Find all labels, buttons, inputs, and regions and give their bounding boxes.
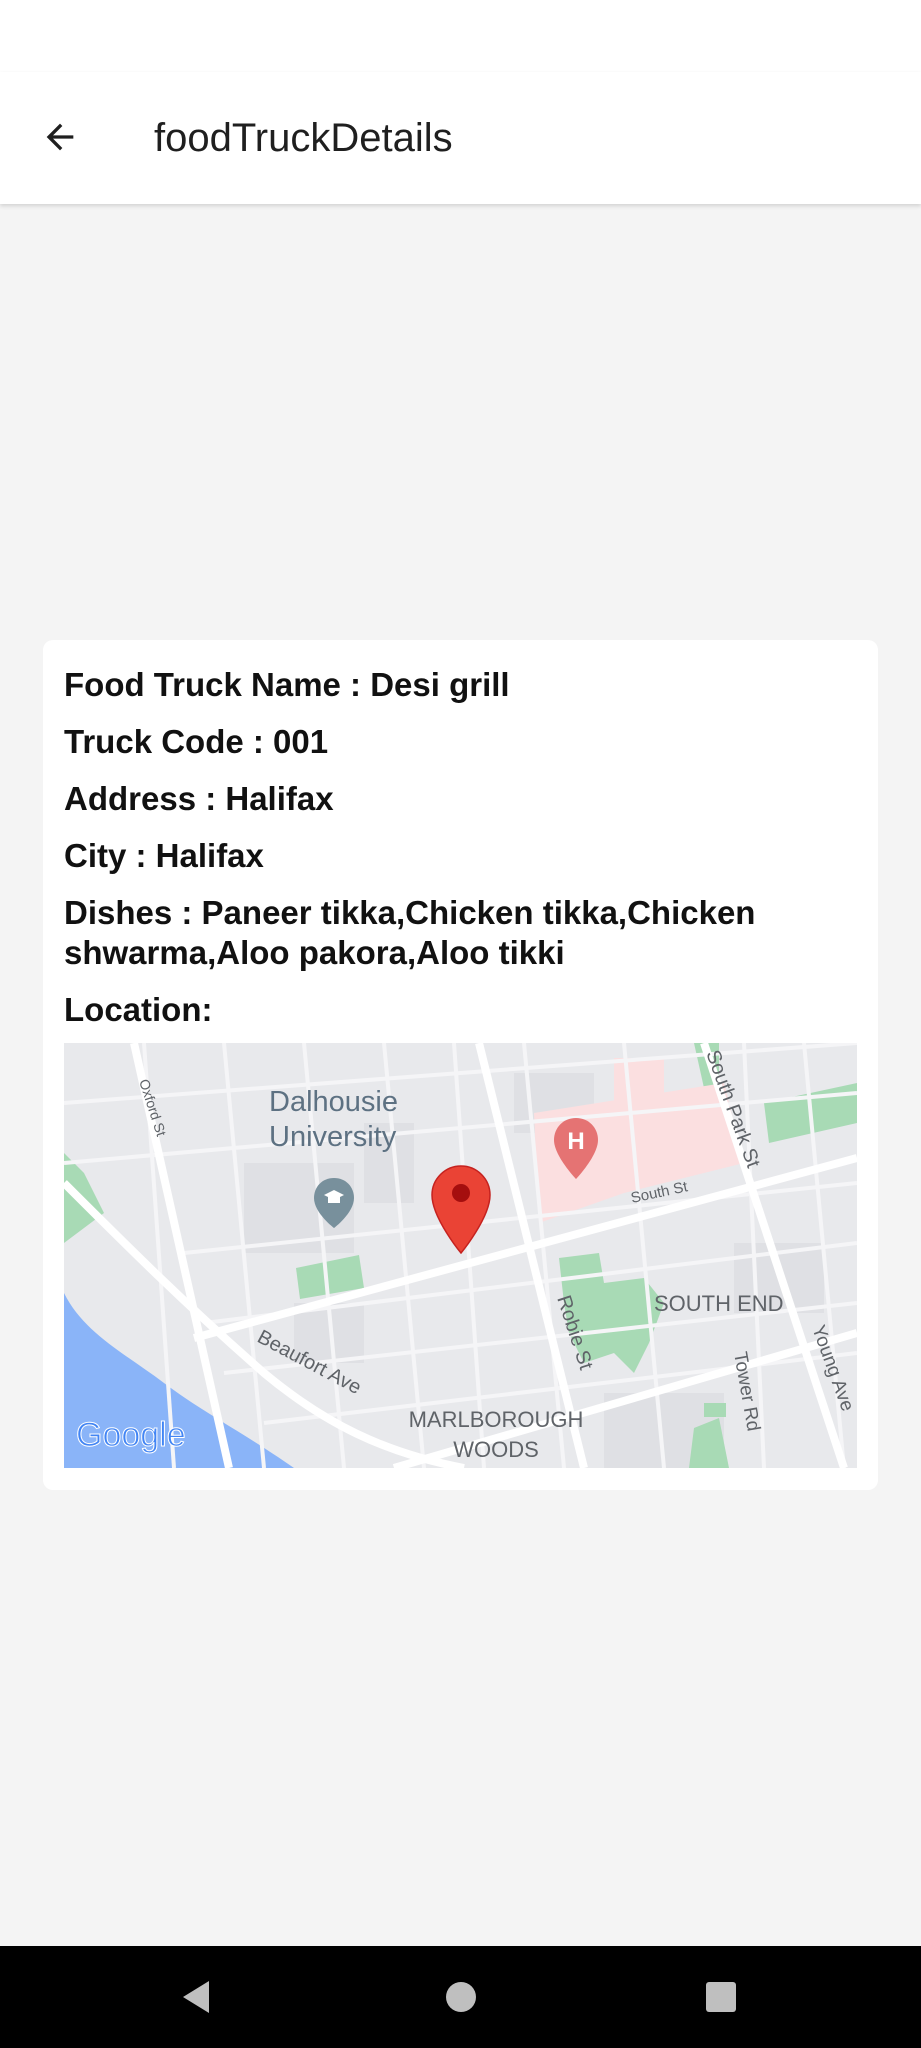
svg-text:WOODS: WOODS: [453, 1437, 539, 1462]
truck-code-text: Truck Code : 001: [64, 723, 329, 760]
square-recents-icon: [706, 1982, 736, 2012]
arrow-left-icon: [46, 123, 74, 151]
app-bar: foodTruckDetails: [0, 72, 921, 204]
circle-home-icon: [446, 1982, 476, 2012]
address-text: Address : Halifax: [64, 780, 334, 817]
svg-text:Dalhousie: Dalhousie: [269, 1086, 398, 1118]
svg-text:SOUTH END: SOUTH END: [654, 1291, 784, 1316]
dishes-text: Dishes : Paneer tikka,Chicken tikka,Chic…: [64, 894, 756, 971]
nav-back-button[interactable]: [166, 1966, 228, 2028]
system-navigation-bar: [0, 1946, 921, 2048]
svg-text:University: University: [269, 1121, 397, 1153]
page-title: foodTruckDetails: [154, 116, 453, 160]
location-label: Location:: [64, 991, 213, 1028]
food-truck-details-card: Food Truck Name : Desi grill Truck Code …: [43, 640, 878, 1490]
nav-recents-button[interactable]: [690, 1966, 752, 2028]
triangle-back-icon: [183, 1981, 209, 2013]
nav-home-button[interactable]: [430, 1966, 492, 2028]
map-canvas[interactable]: H Dalhousie University Oxford St South P…: [64, 1043, 857, 1468]
svg-text:MARLBOROUGH: MARLBOROUGH: [409, 1407, 584, 1432]
svg-text:H: H: [567, 1128, 584, 1155]
truck-name-text: Food Truck Name : Desi grill: [64, 666, 510, 703]
status-bar: [0, 0, 921, 72]
back-button[interactable]: [30, 107, 90, 167]
google-logo: Google: [76, 1416, 186, 1454]
city-text: City : Halifax: [64, 837, 264, 874]
location-map[interactable]: H Dalhousie University Oxford St South P…: [64, 1043, 857, 1468]
